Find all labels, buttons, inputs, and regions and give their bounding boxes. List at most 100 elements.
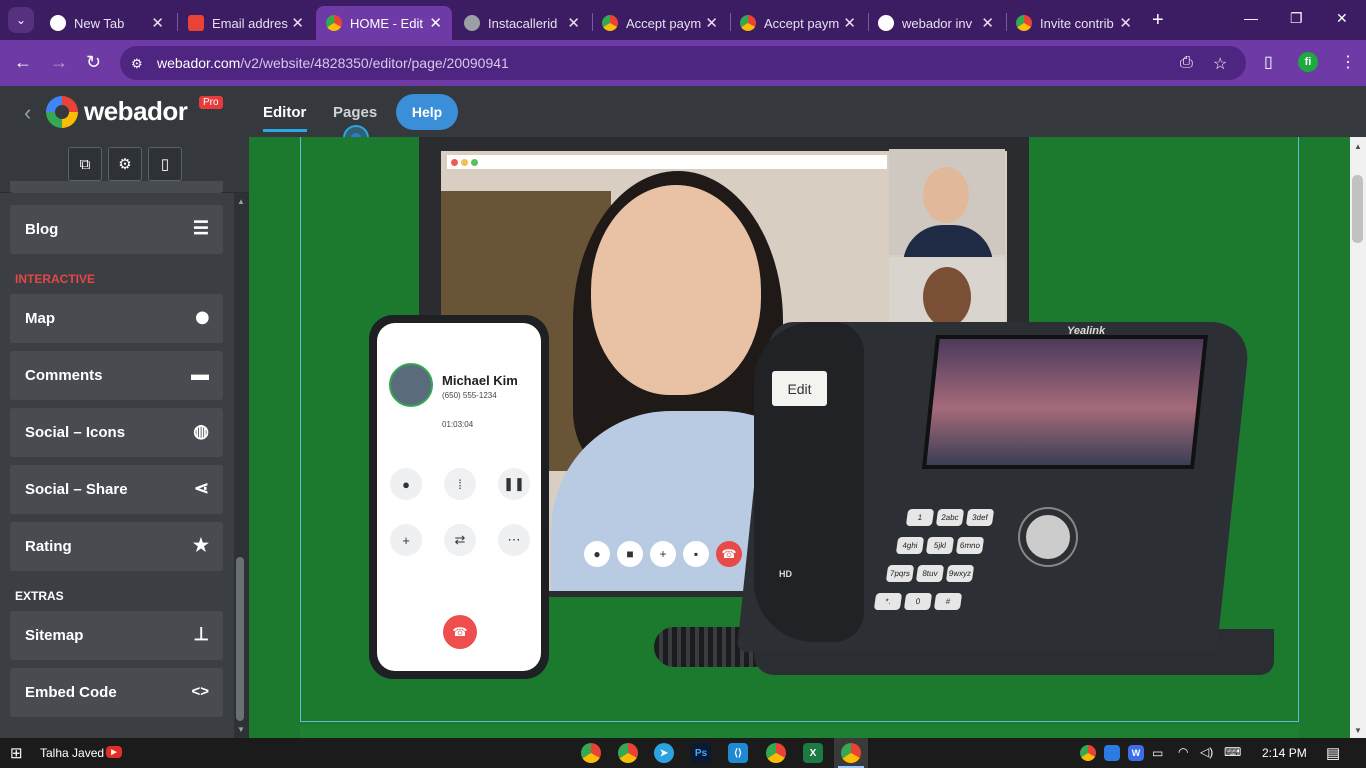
tab-label: New Tab xyxy=(74,15,125,31)
wifi-icon[interactable]: ◠ xyxy=(1178,745,1188,759)
tab-new-tab[interactable]: New Tab ✕ xyxy=(40,6,174,40)
sidebar-item-social-icons[interactable]: Social – Icons ◍ xyxy=(10,408,223,457)
close-icon[interactable]: ✕ xyxy=(291,14,304,32)
sidebar-item-embed-code[interactable]: Embed Code <> xyxy=(10,668,223,717)
new-tab-button[interactable]: + xyxy=(1152,9,1164,32)
close-icon[interactable]: ✕ xyxy=(843,14,856,32)
close-icon[interactable]: ✕ xyxy=(567,14,580,32)
sidebar: ⧉ ⚙ ▯ Blog ☰ INTERACTIVE Map ⬤ Comments … xyxy=(0,137,249,738)
keypad-key: 0 xyxy=(903,593,933,610)
caller-number: (650) 555-1234 xyxy=(442,391,497,400)
sidebar-item-label: Sitemap xyxy=(25,627,84,644)
telegram-icon[interactable]: ➤ xyxy=(654,743,674,763)
tab-search-button[interactable]: ⌄ xyxy=(8,7,34,33)
sidebar-scrollbar-thumb[interactable] xyxy=(236,557,244,721)
sidebar-item-blog[interactable]: Blog ☰ xyxy=(10,205,223,254)
sidebar-item-label: Blog xyxy=(25,221,59,238)
tab-webador-invite[interactable]: webador inv ✕ xyxy=(868,6,1004,40)
tab-label: Invite contrib xyxy=(1040,15,1114,31)
install-app-icon[interactable]: ⎙ xyxy=(1180,54,1193,72)
help-button[interactable]: Help xyxy=(396,94,458,130)
excel-icon[interactable]: X xyxy=(803,743,823,763)
battery-icon[interactable]: ▭ xyxy=(1152,746,1163,760)
photoshop-icon[interactable]: Ps xyxy=(691,743,711,763)
sidebar-item-comments[interactable]: Comments ▬ xyxy=(10,351,223,400)
chevron-left-icon[interactable]: ‹ xyxy=(24,100,31,126)
scroll-down-icon[interactable]: ▼ xyxy=(237,725,245,734)
woman-face-image xyxy=(591,185,761,395)
page-canvas[interactable]: ● ■ + ▪ ☎ Michael Kim (650) 555-1234 01:… xyxy=(249,137,1350,738)
security-shield-icon[interactable] xyxy=(1104,745,1120,761)
sidebar-item-social-share[interactable]: Social – Share ⋖ xyxy=(10,465,223,514)
forward-icon[interactable]: → xyxy=(50,53,68,71)
page-scrollbar-thumb[interactable] xyxy=(1352,175,1363,243)
address-bar[interactable]: ⚙ webador.com/v2/website/4828350/editor/… xyxy=(120,46,1246,80)
sidebar-item-sitemap[interactable]: Sitemap ⊥ xyxy=(10,611,223,660)
keypad-key: 4ghi xyxy=(895,537,925,554)
keypad-key: 1 xyxy=(905,509,935,526)
section-heading-extras: EXTRAS xyxy=(15,589,64,603)
open-external-icon[interactable]: ⧉ xyxy=(68,147,102,181)
keyboard-icon[interactable]: ⌨ xyxy=(1224,745,1241,759)
minimize-icon[interactable]: — xyxy=(1244,10,1258,26)
chrome-icon[interactable] xyxy=(766,743,786,763)
keypad-key: 7pqrs xyxy=(885,565,915,582)
volume-icon[interactable]: ◁) xyxy=(1200,745,1213,759)
sidebar-item-previous[interactable] xyxy=(10,181,223,193)
desk-phone-brand: Yealink xyxy=(1067,325,1106,337)
keypad-key: 9wxyz xyxy=(945,565,975,582)
side-panel-icon[interactable]: ▯ xyxy=(1264,52,1273,72)
taskbar-clock[interactable]: 2:14 PM xyxy=(1262,746,1307,760)
window-close-icon[interactable]: ✕ xyxy=(1336,10,1348,27)
editor-header: ‹ webador Pro Editor Pages Help xyxy=(0,86,1366,137)
scroll-up-icon[interactable]: ▲ xyxy=(1354,142,1362,151)
close-icon[interactable]: ✕ xyxy=(429,14,442,32)
extension-icon[interactable]: fi xyxy=(1298,52,1318,72)
man-face-image xyxy=(923,167,969,223)
notifications-icon[interactable]: ▤ xyxy=(1326,744,1340,762)
chrome-tray-icon[interactable] xyxy=(1080,745,1096,761)
add-call-icon: + xyxy=(390,524,422,556)
maximize-icon[interactable]: ❐ xyxy=(1290,10,1303,27)
close-icon[interactable]: ✕ xyxy=(1119,14,1132,32)
reload-icon[interactable]: ↻ xyxy=(86,53,101,71)
windows-start-icon[interactable]: ⊞ xyxy=(10,744,23,762)
site-info-icon[interactable]: ⚙ xyxy=(131,56,143,72)
edit-tooltip[interactable]: Edit xyxy=(772,371,827,406)
chrome-icon[interactable] xyxy=(581,743,601,763)
scroll-up-icon[interactable]: ▲ xyxy=(237,197,245,206)
tab-accept-payments-2[interactable]: Accept paym ✕ xyxy=(730,6,866,40)
scroll-down-icon[interactable]: ▼ xyxy=(1354,726,1362,735)
mobile-preview-icon[interactable]: ▯ xyxy=(148,147,182,181)
code-icon: <> xyxy=(191,683,209,700)
tab-editor[interactable]: Editor xyxy=(263,104,306,121)
chrome-icon[interactable] xyxy=(841,743,861,763)
tab-email[interactable]: Email addres ✕ xyxy=(178,6,314,40)
tab-pages[interactable]: Pages xyxy=(333,104,377,121)
keypad-key: 2abc xyxy=(935,509,965,526)
globe-icon xyxy=(464,15,480,31)
back-icon[interactable]: ← xyxy=(14,53,32,71)
close-icon[interactable]: ✕ xyxy=(705,14,718,32)
tab-accept-payments-1[interactable]: Accept paym ✕ xyxy=(592,6,728,40)
bookmark-star-icon[interactable]: ☆ xyxy=(1213,54,1227,74)
url-host: webador.com xyxy=(157,55,241,71)
sidebar-item-map[interactable]: Map ⬤ xyxy=(10,294,223,343)
close-icon[interactable]: ✕ xyxy=(151,14,164,32)
vscode-icon[interactable]: ⟨⟩ xyxy=(728,743,748,763)
tab-home-editor[interactable]: HOME - Edit ✕ xyxy=(316,6,452,40)
plus-icon: + xyxy=(650,541,676,567)
youtube-icon[interactable]: ▶ xyxy=(106,746,122,758)
wps-icon[interactable]: W xyxy=(1128,745,1144,761)
close-icon[interactable]: ✕ xyxy=(981,14,994,32)
windows-taskbar: ⊞ Talha Javed ▶ ➤ Ps ⟨⟩ X W ▭ ◠ ◁) ⌨ 2:1… xyxy=(0,738,1366,768)
tab-instacallerid[interactable]: Instacallerid ✕ xyxy=(454,6,590,40)
taskbar-user-name[interactable]: Talha Javed xyxy=(40,746,104,760)
settings-gear-icon[interactable]: ⚙ xyxy=(108,147,142,181)
keypad-icon: ⁞ xyxy=(444,468,476,500)
tab-invite-contributors[interactable]: Invite contrib ✕ xyxy=(1006,6,1142,40)
chrome-profile-icon[interactable] xyxy=(618,743,638,763)
menu-icon[interactable]: ⋮ xyxy=(1340,52,1356,72)
mic-icon: ● xyxy=(390,468,422,500)
sidebar-item-rating[interactable]: Rating ★ xyxy=(10,522,223,571)
